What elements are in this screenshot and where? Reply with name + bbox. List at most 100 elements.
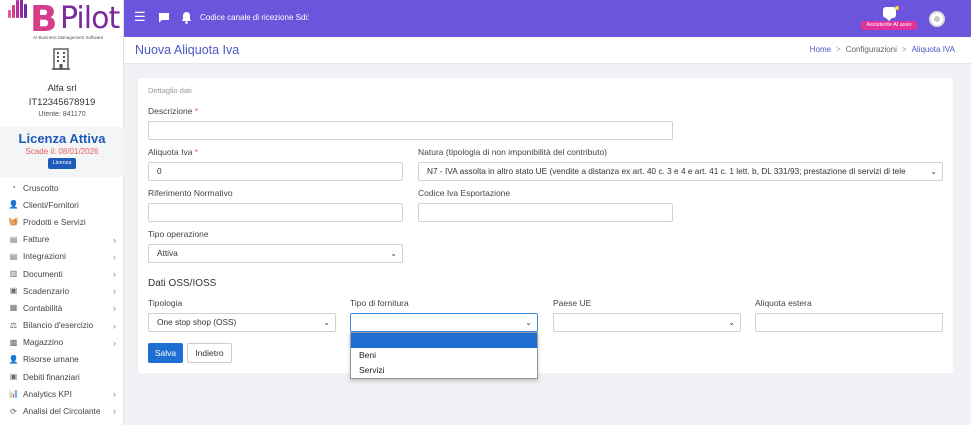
chevron-right-icon: › — [113, 286, 116, 297]
license-button[interactable]: Licenza — [48, 158, 76, 169]
topbar: ☰ Codice canale di ricezione Sdi: Assist… — [124, 0, 971, 37]
dropdown-option-beni[interactable]: Beni — [351, 348, 537, 363]
license-box: Licenza Attiva Scade il: 08/01/2026 Lice… — [0, 127, 124, 177]
money-icon: ▣ — [9, 372, 18, 382]
riferimento-input[interactable] — [148, 203, 403, 222]
sidebar-item-label: Magazzino — [23, 337, 64, 348]
basket-icon: 🧺 — [8, 217, 19, 227]
aliquota-estera-input[interactable] — [755, 313, 943, 332]
sidebar-item-analytics-kpi[interactable]: 📊 Analytics KPI › — [0, 385, 124, 402]
paese-label: Paese UE — [553, 298, 592, 308]
hamburger-menu-icon[interactable]: ☰ — [134, 10, 146, 23]
chat-icon[interactable] — [158, 12, 170, 23]
app-logo[interactable]: B Pilot AI Business Management Software — [0, 0, 123, 44]
codice-label: Codice Iva Esportazione — [418, 188, 511, 198]
descrizione-label: Descrizione * — [148, 106, 198, 116]
chevron-down-icon: ⌄ — [390, 249, 397, 258]
bell-icon[interactable] — [181, 11, 192, 24]
invoice-icon: ▤ — [9, 234, 18, 244]
sidebar-item-clienti-fornitori[interactable]: 👤 Clienti/Fornitori — [0, 196, 124, 213]
sidebar-menu: ◔ Cruscotto 👤 Clienti/Fornitori 🧺 Prodotti e … — [0, 179, 124, 420]
breadcrumb-configurazioni[interactable]: Configurazioni — [846, 45, 897, 54]
chevron-right-icon: › — [113, 389, 116, 400]
logo-subtitle: AI Business Management Software — [33, 35, 104, 40]
sidebar-item-label: Documenti — [23, 268, 63, 279]
dropdown-option-empty[interactable] — [351, 333, 537, 348]
dashboard-icon: ◔ — [11, 183, 16, 193]
back-button[interactable]: Indietro — [187, 343, 232, 363]
sidebar-item-label: Risorse umane — [23, 354, 79, 365]
tipologia-select[interactable]: One stop shop (OSS) ⌄ — [148, 313, 336, 332]
sidebar-item-label: Integrazioni — [23, 251, 66, 262]
sidebar-item-prodotti-e-servizi[interactable]: 🧺 Prodotti e Servizi — [0, 213, 124, 230]
sidebar-item-label: Cruscotto — [23, 182, 59, 193]
people-icon: 👤 — [8, 354, 19, 364]
breadcrumb-aliquota: Aliquota IVA — [911, 45, 955, 54]
descrizione-input[interactable] — [148, 121, 673, 140]
building-icon — [52, 48, 70, 70]
tipologia-label: Tipologia — [148, 298, 183, 308]
chevron-down-icon: ⌄ — [728, 318, 735, 327]
save-button[interactable]: Salva — [148, 343, 183, 363]
company-vat: IT12345678919 — [28, 97, 96, 108]
channel-code-text: Codice canale di ricezione Sdi: — [200, 13, 310, 22]
aliquota-label: Aliquota Iva * — [148, 147, 198, 157]
sidebar-item-label: Debiti finanziari — [23, 371, 80, 382]
aliquota-label-text: Aliquota Iva — [148, 147, 193, 157]
aliquota-estera-label: Aliquota estera — [755, 298, 812, 308]
natura-select[interactable]: N7 - IVA assolta in altro stato UE (vend… — [418, 162, 943, 181]
warehouse-icon: ▩ — [9, 337, 18, 347]
document-icon: ▤ — [9, 251, 18, 261]
sidebar: B Pilot AI Business Management Software … — [0, 0, 124, 425]
sidebar-item-label: Prodotti e Servizi — [23, 216, 86, 227]
sidebar-item-fatture[interactable]: ▤ Fatture › — [0, 231, 124, 248]
chevron-right-icon: › — [113, 234, 116, 245]
sidebar-item-analisi-del-circolante[interactable]: ⟳ Analisi del Circolante › — [0, 402, 124, 419]
sidebar-item-documenti[interactable]: ▥ Documenti › — [0, 265, 124, 282]
sidebar-item-contabilit[interactable]: ▦ Contabilità › — [0, 299, 124, 316]
sidebar-item-label: Analisi del Circolante — [23, 406, 101, 417]
company-name: Alfa srl — [47, 83, 77, 94]
book-icon: ▦ — [9, 303, 18, 313]
sidebar-item-label: Bilancio d'esercizio — [23, 320, 94, 331]
tipologia-value: One stop shop (OSS) — [157, 317, 237, 327]
section-detail: Dettaglio dati — [148, 86, 192, 95]
breadcrumb: Home > Configurazioni > Aliquota IVA — [810, 45, 955, 54]
tipo-operazione-value: Attiva — [157, 248, 178, 258]
required-mark: * — [194, 147, 199, 157]
chevron-down-icon: ⌄ — [928, 163, 937, 180]
descrizione-label-text: Descrizione — [148, 106, 193, 116]
tipo-operazione-label: Tipo operazione — [148, 229, 209, 239]
tipo-operazione-select[interactable]: Attiva ⌄ — [148, 244, 403, 263]
logo-letter: B — [30, 0, 58, 40]
sidebar-item-integrazioni[interactable]: ▤ Integrazioni › — [0, 248, 124, 265]
natura-label: Natura (tipologia di non imponibilità de… — [418, 147, 607, 157]
sidebar-item-magazzino[interactable]: ▩ Magazzino › — [0, 334, 124, 351]
paese-select[interactable]: ⌄ — [553, 313, 741, 332]
user-avatar[interactable] — [929, 11, 945, 27]
sidebar-item-cruscotto[interactable]: ◔ Cruscotto — [0, 179, 124, 196]
dropdown-option-servizi[interactable]: Servizi — [351, 363, 537, 378]
fornitura-select[interactable]: ⌄ — [350, 313, 538, 332]
assistant-ai-button[interactable]: Assistente AI asso — [861, 6, 917, 32]
cash-icon: ▣ — [9, 286, 18, 296]
chevron-right-icon: › — [113, 251, 116, 262]
logo-word: Pilot — [60, 1, 120, 36]
page-header: Nuova Aliquota Iva Home > Configurazioni… — [124, 37, 971, 64]
sidebar-item-debiti-finanziari[interactable]: ▣ Debiti finanziari — [0, 368, 124, 385]
sidebar-item-label: Contabilità — [23, 302, 63, 313]
chevron-right-icon: › — [113, 303, 116, 314]
section-oss-title: Dati OSS/IOSS — [148, 278, 217, 289]
sidebar-item-label: Analytics KPI — [23, 388, 72, 399]
codice-input[interactable] — [418, 203, 673, 222]
fornitura-dropdown-list: Beni Servizi — [350, 332, 538, 379]
breadcrumb-home[interactable]: Home — [810, 45, 831, 54]
company-user: Utente: 841170 — [38, 111, 86, 118]
sidebar-item-scadenzario[interactable]: ▣ Scadenzario › — [0, 282, 124, 299]
balance-icon: ⚖ — [9, 320, 18, 330]
chevron-right-icon: › — [113, 268, 116, 279]
sidebar-item-risorse-umane[interactable]: 👤 Risorse umane — [0, 351, 124, 368]
sidebar-item-bilancio-d-esercizio[interactable]: ⚖ Bilancio d'esercizio › — [0, 317, 124, 334]
chevron-down-icon: ⌄ — [323, 318, 330, 327]
aliquota-input[interactable]: 0 — [148, 162, 403, 181]
